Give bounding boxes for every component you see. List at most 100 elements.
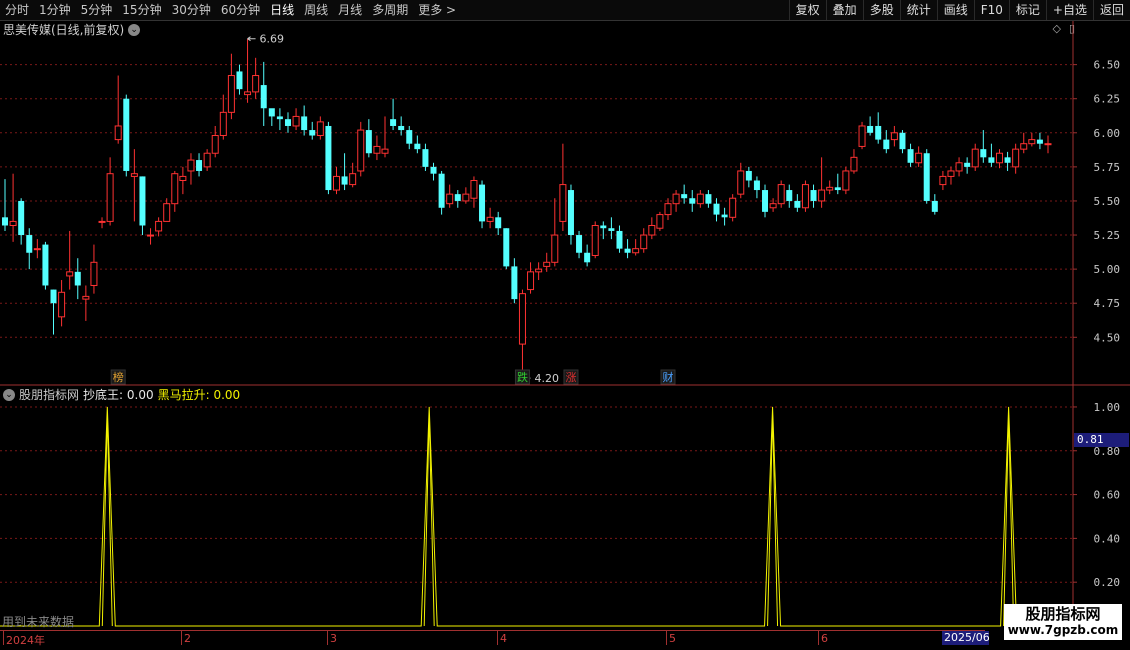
candle-6 <box>50 289 57 335</box>
candle-57 <box>462 187 470 204</box>
candle-10 <box>82 285 90 321</box>
candle-83 <box>672 190 680 212</box>
candle-11 <box>90 244 98 294</box>
top-toolbar: 分时 1分钟 5分钟 15分钟 30分钟 60分钟 日线 周线 月线 多周期 更多 > 复权 叠加 多股… <box>0 0 1130 21</box>
candle-115 <box>931 194 938 215</box>
candle-120 <box>971 143 979 171</box>
candle-34 <box>276 108 283 131</box>
candle-95 <box>769 198 777 212</box>
candle-108 <box>875 112 882 144</box>
action-button-5[interactable]: F10 <box>973 0 1009 20</box>
candle-14 <box>114 75 122 144</box>
candle-125 <box>1012 143 1020 174</box>
candle-26 <box>211 125 219 158</box>
candle-87 <box>705 190 712 208</box>
candle-49 <box>398 116 405 136</box>
event-badge-3: 财 <box>662 370 673 384</box>
indicator-chart[interactable]: 0.200.400.600.801.00 <box>0 386 1130 630</box>
candle-35 <box>284 112 291 133</box>
candle-20 <box>163 198 171 222</box>
watermark-logo: 股朋指标网 www.7gpzb.com <box>1004 604 1122 640</box>
date-tick-1 <box>181 631 182 645</box>
max-arrow <box>247 36 256 42</box>
candle-109 <box>883 130 890 154</box>
candle-60 <box>486 207 494 229</box>
candle-16 <box>130 149 138 222</box>
action-button-7[interactable]: +自选 <box>1045 0 1093 20</box>
price-tick-label-8: 6.50 <box>1094 59 1121 72</box>
action-button-3[interactable]: 统计 <box>899 0 937 20</box>
candle-31 <box>252 57 260 99</box>
candle-7 <box>58 280 66 327</box>
date-label-0: 2024年 <box>6 634 45 647</box>
action-button-2[interactable]: 多股 <box>862 0 900 20</box>
candle-48 <box>390 98 397 131</box>
candle-45 <box>365 119 372 158</box>
candlestick-chart[interactable]: 4.50 4.75 5.00 5.25 5.50 5.75 6.00 6.25 6.50 6.69… <box>0 21 1130 386</box>
ind-tick-label-0: 0.20 <box>1094 576 1121 589</box>
candle-76 <box>616 225 623 253</box>
candle-81 <box>656 211 664 231</box>
period-tab-9[interactable]: 多周期 <box>367 0 413 20</box>
candle-74 <box>600 221 607 240</box>
candle-128 <box>1036 132 1043 150</box>
candle-105 <box>850 149 858 174</box>
candle-82 <box>664 198 672 221</box>
candle-61 <box>495 211 502 236</box>
ind-tick-label-4: 1.00 <box>1094 401 1121 414</box>
candle-101 <box>818 157 826 208</box>
price-tick-label-2: 5.00 <box>1094 263 1121 276</box>
candle-33 <box>268 108 275 126</box>
price-tick-label-5: 5.75 <box>1094 161 1121 174</box>
candle-62 <box>503 228 510 270</box>
candle-67 <box>543 252 551 272</box>
candle-36 <box>292 108 300 131</box>
candle-91 <box>737 162 745 199</box>
period-tab-2[interactable]: 5分钟 <box>76 0 118 20</box>
candle-106 <box>858 121 866 150</box>
date-tick-4 <box>666 631 667 645</box>
candle-40 <box>325 121 332 195</box>
period-tab-0[interactable]: 分时 <box>0 0 34 20</box>
candle-27 <box>219 94 227 140</box>
watermark-line2: www.7gpzb.com <box>1007 623 1119 637</box>
candle-8 <box>66 230 74 290</box>
candle-72 <box>584 244 591 267</box>
candle-112 <box>907 143 914 167</box>
candle-116 <box>939 170 947 191</box>
candle-53 <box>430 162 437 181</box>
candle-100 <box>810 184 817 208</box>
candle-127 <box>1028 132 1036 147</box>
period-tab-8[interactable]: 月线 <box>333 0 367 20</box>
candle-89 <box>721 207 728 226</box>
candle-113 <box>915 146 923 167</box>
period-tab-5[interactable]: 60分钟 <box>216 0 265 20</box>
price-tick-label-0: 4.50 <box>1094 331 1121 344</box>
period-tab-3[interactable]: 15分钟 <box>117 0 166 20</box>
candle-46 <box>373 135 381 161</box>
candle-55 <box>446 184 454 208</box>
action-button-1[interactable]: 叠加 <box>825 0 863 20</box>
candle-1 <box>9 173 17 242</box>
indicator-line <box>0 406 1073 627</box>
action-button-8[interactable]: 返回 <box>1092 0 1130 20</box>
future-data-note: 用到未来数据 <box>2 615 75 629</box>
candle-21 <box>171 170 179 212</box>
period-tab-6[interactable]: 日线 <box>265 0 299 20</box>
candle-30 <box>244 38 252 103</box>
period-tab-1[interactable]: 1分钟 <box>34 0 76 20</box>
candle-99 <box>801 180 809 212</box>
period-tab-10[interactable]: 更多 > <box>413 0 461 20</box>
min-price-label: 4.20 <box>534 372 559 385</box>
candle-29 <box>236 64 243 95</box>
candle-41 <box>332 166 340 195</box>
action-button-6[interactable]: 标记 <box>1008 0 1046 20</box>
candle-25 <box>203 149 211 171</box>
candle-94 <box>762 184 769 218</box>
period-tab-7[interactable]: 周线 <box>299 0 333 20</box>
period-tab-4[interactable]: 30分钟 <box>167 0 216 20</box>
action-button-0[interactable]: 复权 <box>788 0 826 20</box>
action-button-4[interactable]: 画线 <box>936 0 974 20</box>
candle-77 <box>624 239 631 259</box>
candle-13 <box>106 157 114 226</box>
